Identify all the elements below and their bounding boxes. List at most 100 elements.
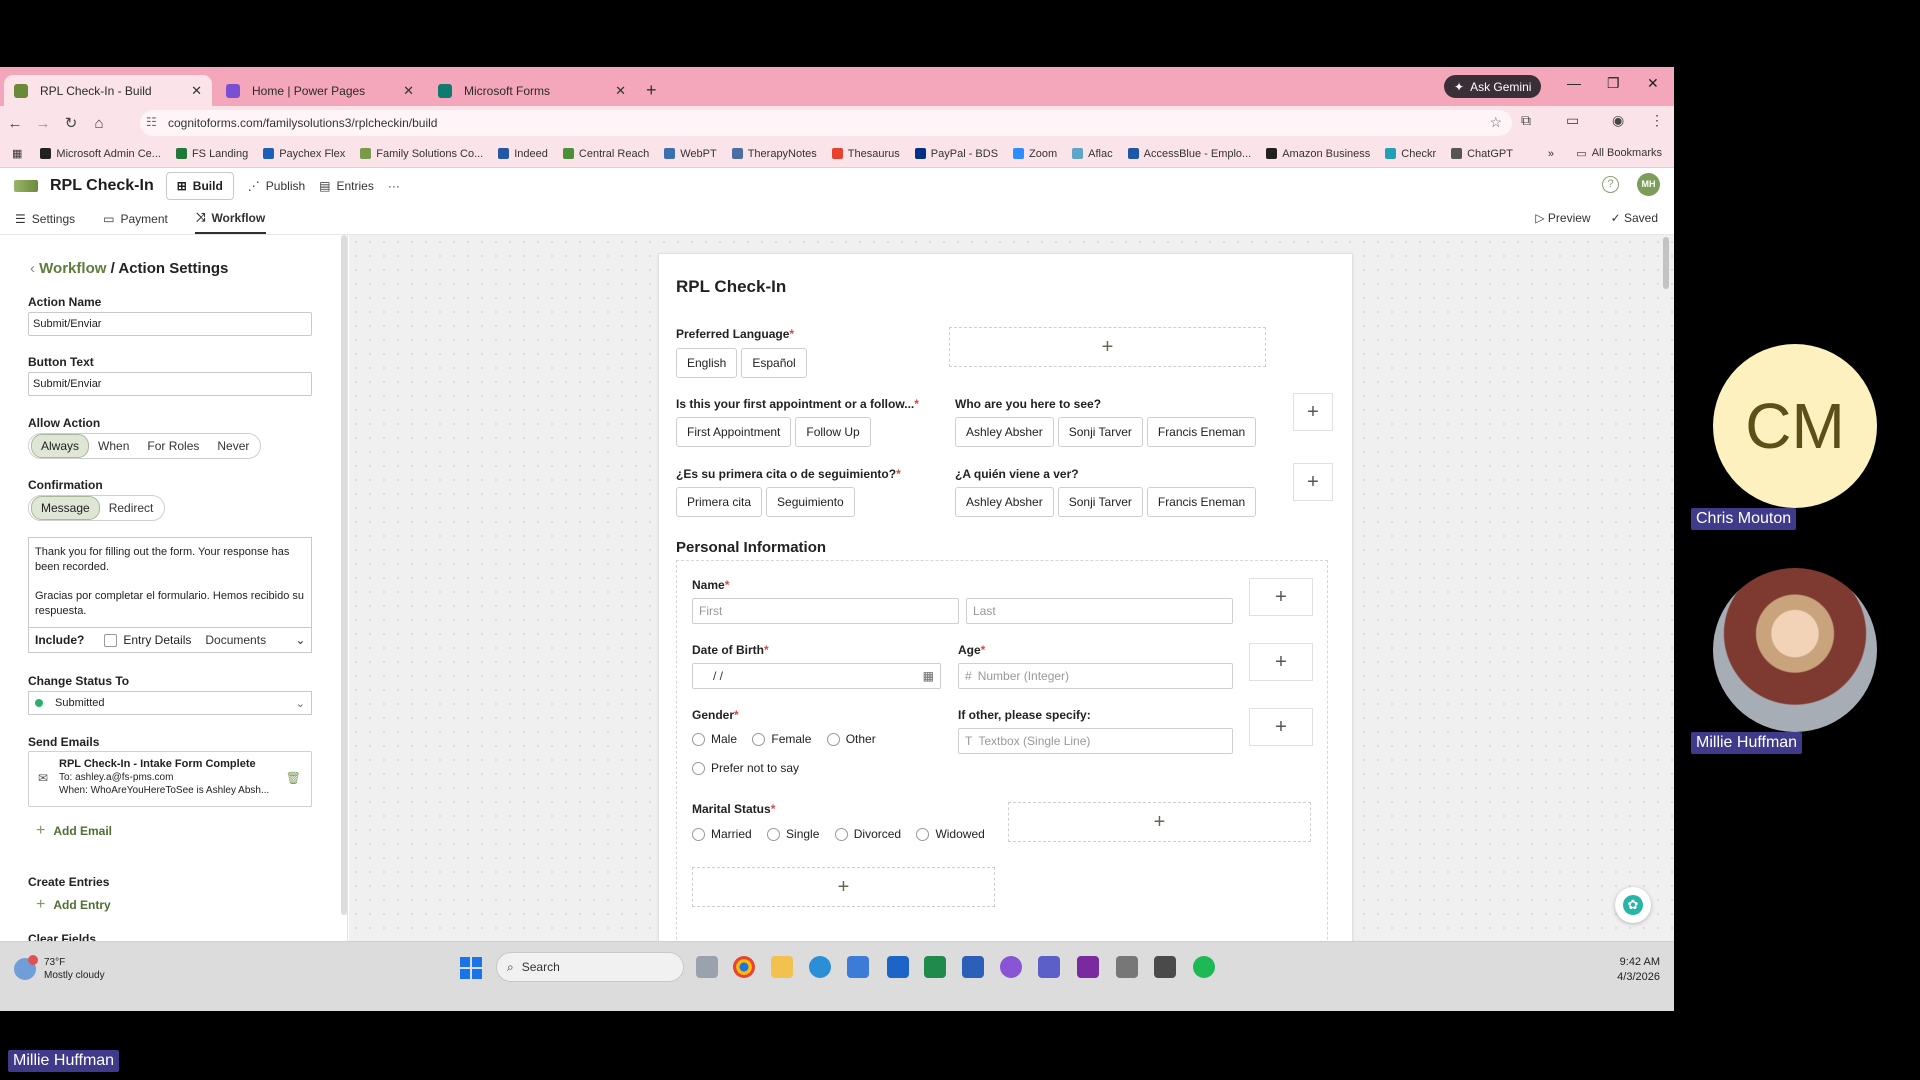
radio-male[interactable]: Male: [692, 732, 737, 746]
taskbar-search[interactable]: ⌕ Search: [496, 952, 684, 982]
tab-power-pages[interactable]: Home | Power Pages ✕: [216, 75, 424, 106]
choice-francis-eneman[interactable]: Francis Eneman: [1146, 417, 1257, 447]
forward-icon[interactable]: →: [30, 115, 56, 132]
add-field-button[interactable]: +: [1293, 463, 1333, 501]
user-avatar[interactable]: MH: [1637, 173, 1660, 196]
last-name-input[interactable]: Last: [966, 598, 1233, 624]
profile-icon[interactable]: ◉: [1612, 112, 1624, 129]
build-button[interactable]: ⊞ Build: [165, 171, 234, 200]
action-name-input[interactable]: Submit/Enviar: [28, 312, 312, 336]
choice-ashley-absher[interactable]: Ashley Absher: [955, 487, 1054, 517]
radio-single[interactable]: Single: [767, 827, 819, 841]
age-input[interactable]: # Number (Integer): [958, 663, 1233, 689]
tab-workflow[interactable]: ⤨ Workflow: [194, 203, 267, 234]
entry-details-checkbox[interactable]: [104, 633, 118, 647]
more-options-button[interactable]: ···: [388, 179, 400, 193]
choice-first-appointment[interactable]: First Appointment: [676, 417, 792, 447]
radio-prefer-not[interactable]: Prefer not to say: [692, 761, 799, 775]
outlook-icon[interactable]: [887, 956, 909, 978]
radio-divorced[interactable]: Divorced: [834, 827, 901, 841]
word-icon[interactable]: [962, 956, 984, 978]
file-explorer-icon[interactable]: [771, 956, 793, 978]
home-icon[interactable]: ⌂: [86, 115, 112, 132]
choice-english[interactable]: English: [676, 348, 738, 378]
choice-espanol[interactable]: Español: [741, 348, 807, 378]
browser-menu-icon[interactable]: ⋮: [1650, 112, 1664, 129]
more-bookmarks-icon[interactable]: »: [1548, 148, 1554, 160]
email-action-card[interactable]: ✉ RPL Check-In - Intake Form Complete To…: [28, 751, 312, 807]
help-icon[interactable]: ?: [1602, 176, 1619, 193]
copilot-icon[interactable]: [1000, 956, 1022, 978]
minimize-icon[interactable]: —: [1567, 75, 1581, 91]
add-field-button[interactable]: +: [1249, 708, 1313, 746]
close-icon[interactable]: ✕: [615, 83, 626, 99]
bookmark-item[interactable]: Zoom: [1013, 148, 1057, 160]
site-info-icon[interactable]: ☷: [146, 115, 157, 129]
radio-widowed[interactable]: Widowed: [916, 827, 985, 841]
add-entry-button[interactable]: + Add Entry: [36, 896, 111, 914]
tab-payment[interactable]: ▭ Payment: [102, 203, 169, 234]
form-heading[interactable]: RPL Check-In: [676, 277, 786, 297]
ask-gemini-button[interactable]: ✦ Ask Gemini: [1444, 75, 1542, 98]
choice-sonji-tarver[interactable]: Sonji Tarver: [1057, 487, 1143, 517]
documents-select[interactable]: Documents ⌄: [205, 633, 305, 647]
dob-input[interactable]: / / ▦: [692, 663, 941, 689]
button-text-input[interactable]: Submit/Enviar: [28, 372, 312, 396]
tab-settings[interactable]: ☰ Settings: [14, 203, 76, 234]
bookmark-star-icon[interactable]: ☆: [1489, 114, 1502, 131]
bookmark-item[interactable]: PayPal - BDS: [914, 148, 998, 160]
confirmation-message-editor[interactable]: Thank you for filling out the form. Your…: [28, 537, 312, 627]
back-icon[interactable]: ←: [2, 115, 28, 132]
spotify-icon[interactable]: [1193, 956, 1215, 978]
address-bar[interactable]: ☷ cognitoforms.com/familysolutions3/rplc…: [140, 110, 1512, 136]
windows-start-icon[interactable]: [460, 957, 482, 979]
chrome-icon[interactable]: [733, 956, 755, 978]
add-email-button[interactable]: + Add Email: [36, 822, 112, 840]
entries-button[interactable]: ▤ Entries: [319, 179, 374, 193]
other-specify-input[interactable]: T Textbox (Single Line): [958, 728, 1233, 754]
add-field-placeholder[interactable]: +: [1008, 802, 1311, 842]
chat-support-button[interactable]: ✿: [1615, 887, 1651, 923]
weather-widget[interactable]: 73°F Mostly cloudy: [14, 955, 105, 982]
allow-always-option[interactable]: Always: [31, 434, 90, 458]
add-field-button[interactable]: +: [1249, 643, 1313, 681]
store-icon[interactable]: [847, 956, 869, 978]
choice-seguimiento[interactable]: Seguimiento: [766, 487, 855, 517]
bookmark-item[interactable]: AccessBlue - Emplo...: [1127, 148, 1251, 160]
calendar-icon[interactable]: ▦: [923, 669, 934, 683]
choice-follow-up[interactable]: Follow Up: [795, 417, 871, 447]
app-icon[interactable]: [1116, 956, 1138, 978]
allow-roles-option[interactable]: For Roles: [138, 435, 208, 457]
preview-button[interactable]: ▷ Preview: [1535, 211, 1590, 225]
tab-rpl-check-in[interactable]: RPL Check-In - Build ✕: [4, 75, 212, 106]
task-view-icon[interactable]: [696, 956, 718, 978]
window-close-icon[interactable]: ✕: [1647, 75, 1659, 92]
publish-button[interactable]: ⋰ Publish: [248, 179, 305, 193]
bookmark-item[interactable]: WebPT: [664, 148, 717, 160]
allow-when-option[interactable]: When: [89, 435, 138, 457]
radio-married[interactable]: Married: [692, 827, 752, 841]
edge-icon[interactable]: [809, 956, 831, 978]
allow-never-option[interactable]: Never: [208, 435, 258, 457]
new-tab-icon[interactable]: +: [646, 75, 657, 106]
add-field-placeholder[interactable]: +: [692, 867, 995, 907]
bookmark-item[interactable]: Microsoft Admin Ce...: [40, 148, 161, 160]
restore-icon[interactable]: ❐: [1607, 75, 1620, 92]
bookmark-item[interactable]: Family Solutions Co...: [360, 148, 483, 160]
breadcrumb-workflow-link[interactable]: Workflow: [39, 260, 106, 277]
trash-icon[interactable]: 🗑: [286, 772, 301, 785]
onenote-icon[interactable]: [1077, 956, 1099, 978]
bookmark-item[interactable]: Thesaurus: [831, 148, 900, 160]
close-icon[interactable]: ✕: [403, 83, 414, 99]
bookmark-item[interactable]: Amazon Business: [1266, 148, 1370, 160]
extensions-icon[interactable]: ⧉: [1521, 112, 1531, 129]
first-name-input[interactable]: First: [692, 598, 959, 624]
add-field-placeholder[interactable]: +: [949, 327, 1266, 367]
tab-microsoft-forms[interactable]: Microsoft Forms ✕: [428, 75, 636, 106]
form-title[interactable]: RPL Check-In: [50, 177, 154, 195]
choice-sonji-tarver[interactable]: Sonji Tarver: [1057, 417, 1143, 447]
radio-other[interactable]: Other: [826, 732, 876, 746]
reload-icon[interactable]: ↻: [58, 114, 84, 132]
choice-francis-eneman[interactable]: Francis Eneman: [1146, 487, 1257, 517]
bookmark-item[interactable]: Central Reach: [562, 148, 649, 160]
